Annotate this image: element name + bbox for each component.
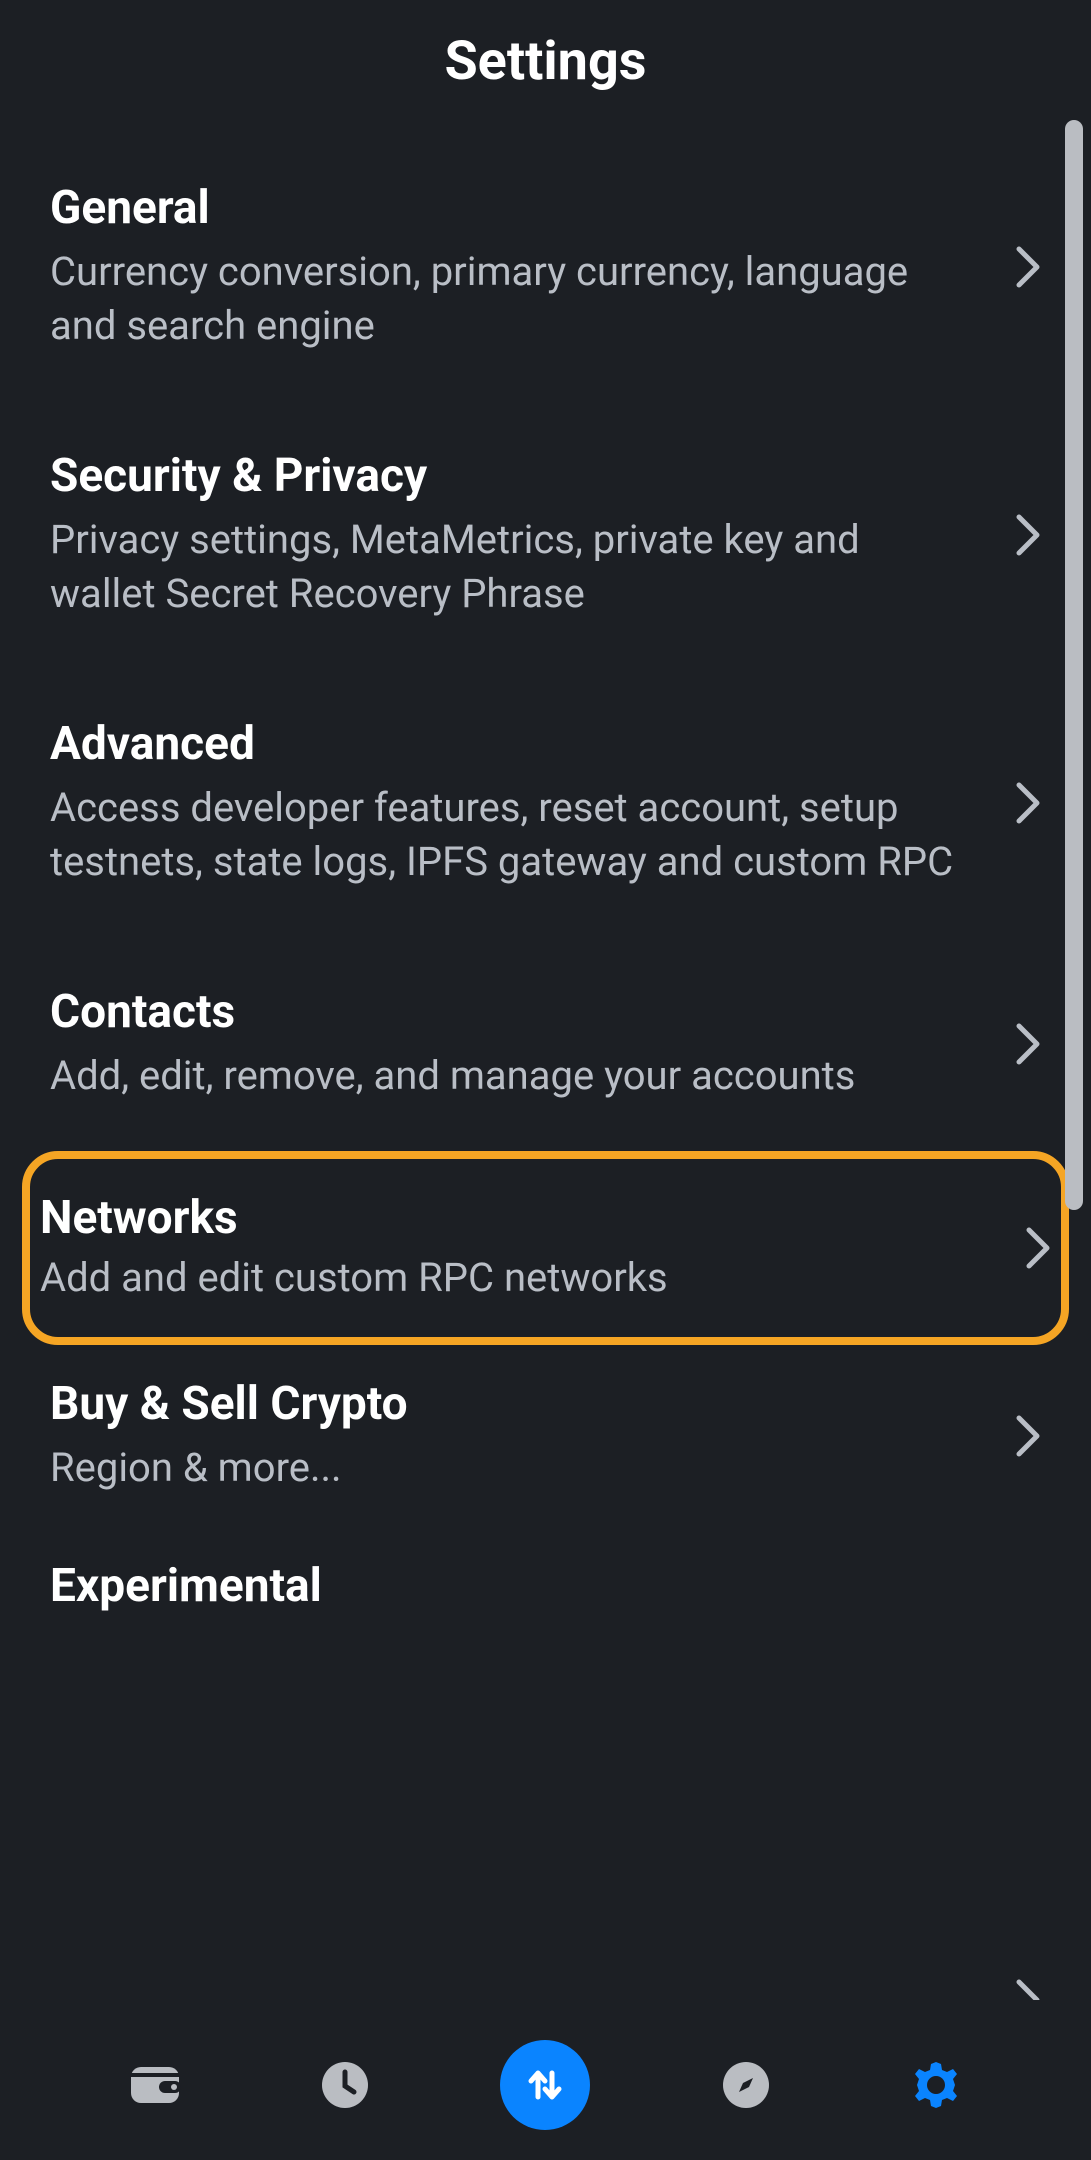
chevron-right-icon [1015,513,1041,557]
tab-browser[interactable] [711,2050,781,2120]
settings-row-advanced[interactable]: Advanced Access developer features, rese… [40,669,1051,937]
row-title: General [50,181,975,235]
settings-row-networks[interactable]: Networks Add and edit custom RPC network… [22,1151,1069,1345]
clock-icon [320,2060,370,2110]
settings-row-buy-sell[interactable]: Buy & Sell Crypto Region & more... [40,1345,1051,1527]
page-title: Settings [0,30,1091,93]
chevron-right-icon [1015,781,1041,825]
settings-list: General Currency conversion, primary cur… [0,133,1091,2160]
chevron-right-icon [1015,245,1041,289]
compass-icon [721,2060,771,2110]
row-desc: Privacy settings, MetaMetrics, private k… [50,513,975,621]
scrollbar[interactable] [1065,120,1083,1210]
row-title: Contacts [50,985,975,1039]
wallet-icon [129,2063,181,2107]
row-desc: Currency conversion, primary currency, l… [50,245,975,353]
settings-row-general[interactable]: General Currency conversion, primary cur… [40,133,1051,401]
header: Settings [0,0,1091,133]
row-desc: Region & more... [50,1441,975,1495]
row-desc: Add, edit, remove, and manage your accou… [50,1049,975,1103]
chevron-right-icon [1015,1022,1041,1066]
row-title: Advanced [50,717,975,771]
swap-icon [521,2061,569,2109]
row-desc: Access developer features, reset account… [50,781,975,889]
bottom-tabbar [0,2010,1091,2160]
row-title: Security & Privacy [50,449,975,503]
tab-settings[interactable] [901,2050,971,2120]
row-title: Networks [40,1191,985,1245]
chevron-right-icon [1025,1226,1051,1270]
settings-row-experimental[interactable]: Experimental [40,1527,1051,1655]
settings-row-security[interactable]: Security & Privacy Privacy settings, Met… [40,401,1051,669]
tab-wallet[interactable] [120,2050,190,2120]
chevron-right-icon [1015,1414,1041,1458]
chevron-right-icon [1015,1978,1041,2004]
tab-activity[interactable] [310,2050,380,2120]
tab-swap[interactable] [500,2040,590,2130]
row-title: Experimental [50,1559,1001,1613]
gear-icon [909,2058,963,2112]
row-title: Buy & Sell Crypto [50,1377,975,1431]
settings-row-contacts[interactable]: Contacts Add, edit, remove, and manage y… [40,937,1051,1151]
row-desc: Add and edit custom RPC networks [40,1251,985,1305]
